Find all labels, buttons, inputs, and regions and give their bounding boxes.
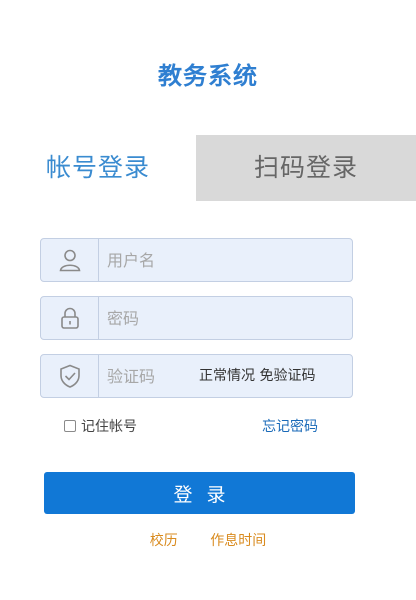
checkbox-box[interactable]	[64, 420, 76, 432]
shield-icon	[41, 355, 99, 397]
password-field	[40, 296, 353, 340]
remember-account-label: 记住帐号	[81, 419, 137, 435]
lock-icon	[41, 297, 99, 339]
page-title: 教务系统	[158, 62, 258, 90]
captcha-field: 正常情况 免验证码	[40, 354, 353, 398]
remember-account-checkbox[interactable]: 记住帐号	[64, 416, 137, 436]
tab-account-login[interactable]: 帐号登录	[0, 135, 196, 201]
login-page: 教务系统 帐号登录 扫码登录 用户名 验证码 正常情况 免验证码 记住帐号 忘记…	[0, 0, 416, 600]
user-icon	[41, 239, 99, 281]
password-input[interactable]	[107, 297, 337, 339]
forgot-password-link[interactable]: 忘记密码	[262, 416, 318, 436]
login-button[interactable]: 登录	[44, 472, 355, 514]
captcha-input[interactable]	[107, 355, 187, 397]
school-calendar-link[interactable]: 校历	[150, 530, 178, 550]
captcha-note: 正常情况 免验证码	[199, 368, 316, 384]
footer-links: 校历 作息时间	[0, 530, 416, 550]
login-tabs: 帐号登录 扫码登录	[0, 135, 416, 201]
username-field	[40, 238, 353, 282]
tab-qrcode-login[interactable]: 扫码登录	[196, 135, 416, 201]
username-input[interactable]	[107, 239, 337, 281]
schedule-time-link[interactable]: 作息时间	[210, 530, 266, 550]
